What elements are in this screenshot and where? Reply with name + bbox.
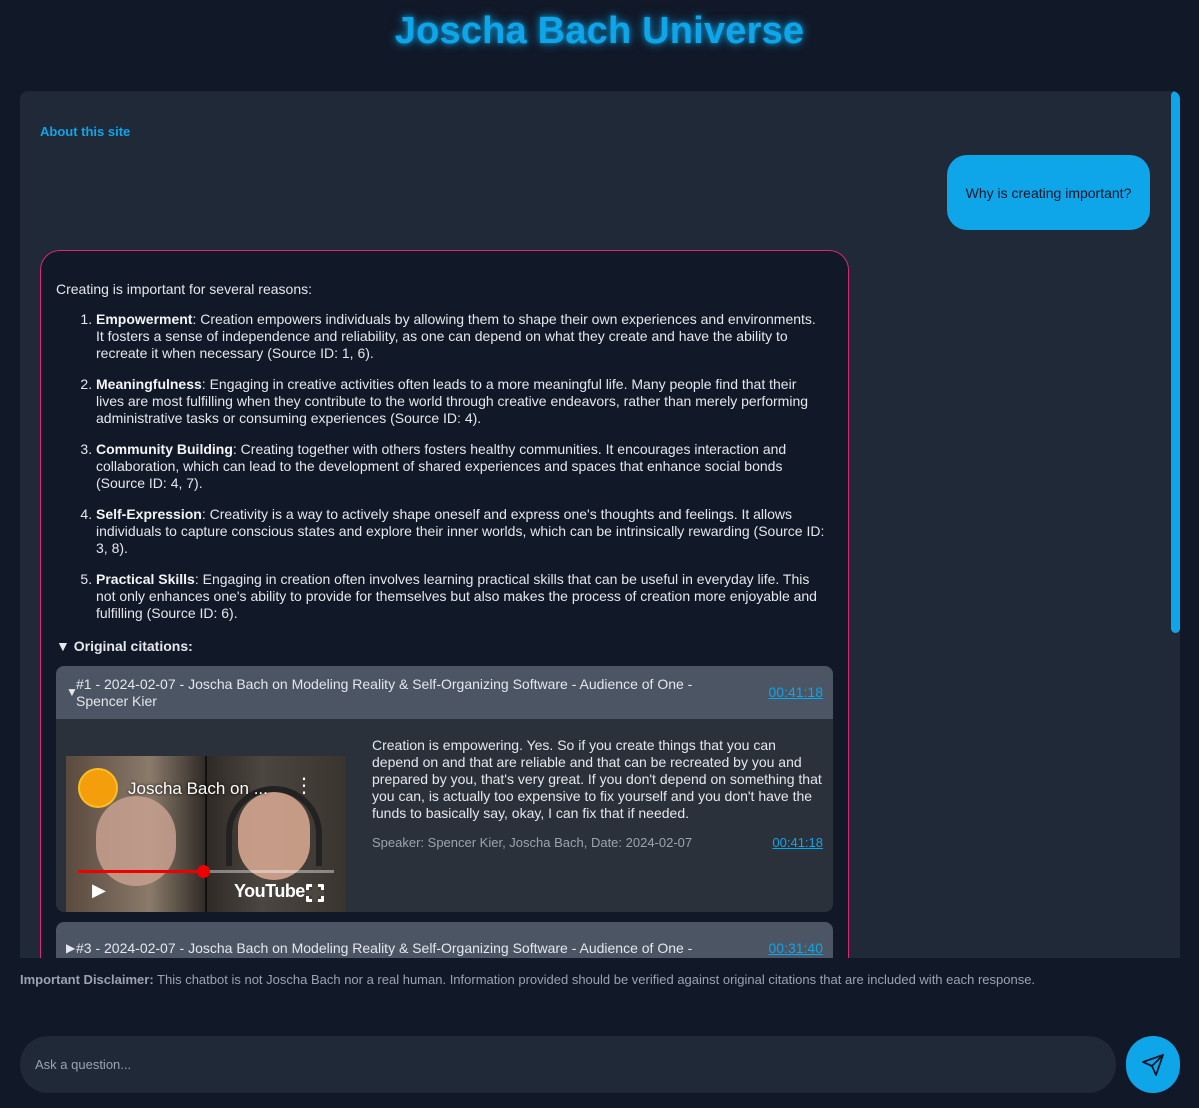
caret-down-icon: ▼ xyxy=(66,685,78,699)
citation-body: Joscha Bach on ... ⋮ ▶ YouTube Creation … xyxy=(56,719,833,912)
about-link[interactable]: About this site xyxy=(40,124,130,139)
citation-header[interactable]: ▶ #3 - 2024-02-07 - Joscha Bach on Model… xyxy=(56,922,833,958)
send-button[interactable] xyxy=(1126,1036,1180,1093)
citations-label: Original citations: xyxy=(73,638,193,654)
citation-timestamp-link[interactable]: 00:31:40 xyxy=(769,940,824,957)
page-title: Joscha Bach Universe xyxy=(394,10,805,52)
user-message-text: Why is creating important? xyxy=(965,184,1132,201)
bot-message: Creating is important for several reason… xyxy=(40,250,849,958)
disclaimer-text: This chatbot is not Joscha Bach nor a re… xyxy=(153,972,1036,987)
scrollbar[interactable] xyxy=(1171,91,1180,633)
list-item: Practical Skills: Engaging in creation o… xyxy=(96,571,833,622)
video-title[interactable]: Joscha Bach on ... xyxy=(128,780,268,797)
question-input-bar[interactable] xyxy=(20,1036,1116,1093)
citation-text: Creation is empowering. Yes. So if you c… xyxy=(346,737,823,912)
citation-title: #3 - 2024-02-07 - Joscha Bach on Modelin… xyxy=(76,940,693,956)
reasons-list: Empowerment: Creation empowers individua… xyxy=(56,311,833,622)
headphones-shape xyxy=(226,786,322,866)
youtube-video-player[interactable]: Joscha Bach on ... ⋮ ▶ YouTube xyxy=(66,756,346,912)
more-options-icon[interactable]: ⋮ xyxy=(294,776,314,796)
disclaimer-label: Important Disclaimer: xyxy=(20,972,154,987)
channel-avatar[interactable] xyxy=(78,768,118,808)
user-message: Why is creating important? xyxy=(947,155,1150,230)
citation-quote: Creation is empowering. Yes. So if you c… xyxy=(372,737,822,821)
caret-down-icon: ▼ xyxy=(56,638,70,654)
citation-title: #1 - 2024-02-07 - Joscha Bach on Modelin… xyxy=(76,675,693,709)
send-icon xyxy=(1142,1053,1164,1076)
citations-toggle[interactable]: ▼ Original citations: xyxy=(56,638,833,655)
question-input[interactable] xyxy=(35,1057,1101,1072)
reason-text: : Engaging in creation often involves le… xyxy=(96,571,817,621)
citation-speaker: Speaker: Spencer Kier, Joscha Bach, Date… xyxy=(372,835,693,850)
video-progress-fill xyxy=(78,870,203,873)
reason-title: Practical Skills xyxy=(96,571,195,587)
chat-panel: About this site Why is creating importan… xyxy=(20,91,1180,958)
reason-text: : Engaging in creative activities often … xyxy=(96,376,809,426)
list-item: Empowerment: Creation empowers individua… xyxy=(96,311,833,362)
list-item: Meaningfulness: Engaging in creative act… xyxy=(96,376,833,427)
citation-meta: Speaker: Spencer Kier, Joscha Bach, Date… xyxy=(372,834,823,851)
reason-title: Self-Expression xyxy=(96,506,202,522)
play-icon[interactable]: ▶ xyxy=(92,881,106,899)
reason-title: Empowerment xyxy=(96,311,193,327)
fullscreen-icon[interactable] xyxy=(306,884,324,902)
reason-text: : Creativity is a way to actively shape … xyxy=(96,506,825,556)
citation-card: ▼ #1 - 2024-02-07 - Joscha Bach on Model… xyxy=(56,666,833,912)
citation-card: ▶ #3 - 2024-02-07 - Joscha Bach on Model… xyxy=(56,922,833,958)
citation-meta-timestamp-link[interactable]: 00:41:18 xyxy=(772,834,823,851)
bot-intro: Creating is important for several reason… xyxy=(56,281,312,297)
list-item: Self-Expression: Creativity is a way to … xyxy=(96,506,833,557)
youtube-logo[interactable]: YouTube xyxy=(234,882,305,900)
reason-title: Community Building xyxy=(96,441,233,457)
reason-text: : Creation empowers individuals by allow… xyxy=(96,311,816,361)
disclaimer: Important Disclaimer: This chatbot is no… xyxy=(20,972,1035,987)
video-progress-knob[interactable] xyxy=(197,865,210,878)
citation-timestamp-link[interactable]: 00:41:18 xyxy=(769,684,824,701)
reason-title: Meaningfulness xyxy=(96,376,202,392)
caret-right-icon: ▶ xyxy=(66,941,76,955)
citation-header[interactable]: ▼ #1 - 2024-02-07 - Joscha Bach on Model… xyxy=(56,666,833,719)
list-item: Community Building: Creating together wi… xyxy=(96,441,833,492)
